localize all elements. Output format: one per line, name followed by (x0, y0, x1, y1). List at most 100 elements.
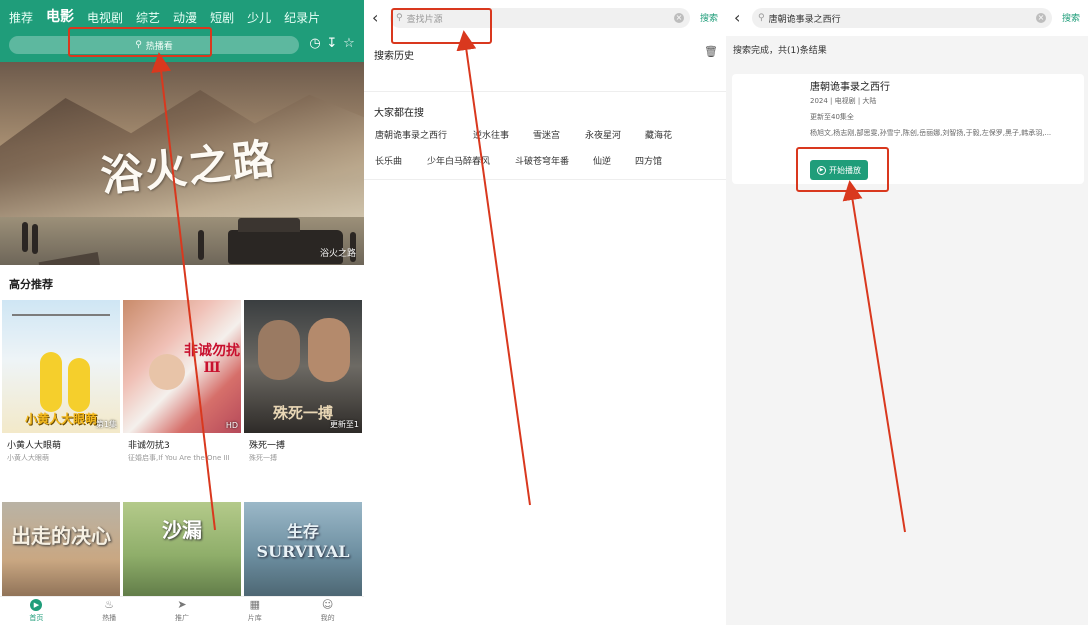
section-title: 高分推荐 (9, 278, 53, 291)
minion-figure (40, 352, 62, 412)
movie-poster: 小黄人大眼萌 第1集 (2, 300, 120, 433)
hot-search-item[interactable]: 仙逆 (593, 154, 611, 167)
movie-poster: 非诚勿扰Ⅲ HD (123, 300, 241, 433)
card-subtitle: 征婚启事,If You Are the One III (128, 454, 230, 462)
tab-recommend[interactable]: 推荐 (9, 9, 33, 30)
banner-figure (22, 222, 28, 252)
card-title: 非诚勿扰3 (128, 441, 170, 451)
movie-card[interactable]: 出走的决心 (2, 502, 120, 599)
poster-face (308, 318, 350, 382)
flame-icon: ♨ (104, 598, 115, 611)
back-arrow-icon[interactable]: ‹ (372, 9, 378, 27)
search-button[interactable]: 搜索 (1062, 11, 1080, 24)
highlight-box (796, 147, 889, 192)
divider (364, 179, 726, 180)
clear-icon[interactable]: × (674, 13, 684, 23)
banner-figure (32, 224, 38, 254)
search-screen: ‹ ⚲ 查找片源 × 搜索 搜索历史 🗑 大家都在搜 唐朝诡事录之西行 逆水往事… (364, 0, 726, 625)
history-title: 搜索历史 (374, 51, 414, 62)
card-title: 殊死一搏 (249, 441, 286, 451)
star-icon[interactable]: ☆ (342, 36, 356, 52)
result-count: 搜索完成，共(1)条结果 (733, 46, 827, 56)
minion-figure (68, 358, 90, 412)
history-icon[interactable]: ◷ (308, 36, 322, 52)
search-icon: ⚲ (758, 13, 765, 23)
hot-search-item[interactable]: 藏海花 (645, 128, 672, 141)
home-screen: 推荐 电影 电视剧 综艺 动漫 短剧 少儿 纪录片 ⚲ 热播看 ◷ ↧ ☆ 浴火… (0, 0, 364, 625)
hot-search-item[interactable]: 唐朝诡事录之西行 (375, 128, 447, 141)
search-result-screen: ‹ ⚲ 唐朝诡事录之西行 × 搜索 搜索完成，共(1)条结果 唐朝诡事录之西行 … (726, 0, 1088, 625)
search-header: ‹ ⚲ 唐朝诡事录之西行 × 搜索 (726, 0, 1088, 36)
hot-search-item[interactable]: 少年白马醉春风 (427, 154, 490, 167)
grid-icon: ▦ (249, 598, 260, 611)
episode-badge: 第1集 (95, 420, 117, 429)
nav-promote[interactable]: ➤ 推广 (146, 597, 219, 625)
poster-title: 沙漏 (162, 518, 202, 542)
movie-poster: 殊死一搏 更新至1 (244, 300, 362, 433)
poster-title: 出走的决心 (11, 524, 111, 548)
download-icon[interactable]: ↧ (325, 36, 339, 52)
highlight-box (391, 8, 492, 44)
search-value: 唐朝诡事录之西行 (768, 14, 841, 25)
nav-label: 片库 (247, 614, 262, 622)
nav-label: 我的 (320, 614, 335, 622)
nav-library[interactable]: ▦ 片库 (218, 597, 291, 625)
hero-banner[interactable]: 浴火之路 浴火之路 (0, 62, 364, 265)
tab-documentary[interactable]: 纪录片 (284, 9, 320, 30)
result-title[interactable]: 唐朝诡事录之西行 (810, 78, 890, 93)
nav-label: 首页 (29, 614, 44, 622)
back-arrow-icon[interactable]: ‹ (734, 9, 740, 27)
result-cast: 杨旭文,杨志刚,郜思雯,孙雪宁,陈创,岳丽娜,刘智扬,于毅,左保罗,黑子,韩承羽… (810, 129, 1052, 137)
nav-home[interactable]: ▶ 首页 (0, 597, 73, 625)
movie-poster: 出走的决心 (2, 502, 120, 599)
poster-line (12, 314, 110, 316)
hot-search-title: 大家都在搜 (374, 108, 424, 119)
tab-short-drama[interactable]: 短剧 (210, 9, 234, 30)
movie-card[interactable]: 非诚勿扰Ⅲ HD 非诚勿扰3 征婚启事,If You Are the One I… (123, 300, 241, 463)
poster-title: 生存 SURVIVAL (256, 522, 350, 561)
hot-search-item[interactable]: 斗破苍穹年番 (515, 154, 569, 167)
smile-icon: ☺ (321, 598, 334, 611)
nav-mine[interactable]: ☺ 我的 (291, 597, 364, 625)
clear-icon[interactable]: × (1036, 13, 1046, 23)
movie-poster: 生存 SURVIVAL (244, 502, 362, 599)
hot-search-item[interactable]: 永夜星河 (585, 128, 621, 141)
search-button[interactable]: 搜索 (700, 11, 718, 24)
result-card[interactable]: 唐朝诡事录之西行 2024 | 电视剧 | 大陆 更新至40集全 杨旭文,杨志刚… (732, 74, 1084, 184)
result-thumbnail (740, 80, 802, 176)
highlight-box (68, 27, 212, 57)
trash-icon[interactable]: 🗑 (704, 46, 718, 58)
nav-label: 推广 (174, 614, 189, 622)
nav-hot[interactable]: ♨ 热播 (73, 597, 146, 625)
banner-caption: 浴火之路 (319, 249, 356, 259)
banner-figure (198, 230, 204, 260)
nav-label: 热播 (102, 614, 117, 622)
result-meta: 2024 | 电视剧 | 大陆 (810, 97, 877, 105)
tab-kids[interactable]: 少儿 (247, 9, 271, 30)
card-subtitle: 小黄人大眼萌 (7, 454, 49, 462)
category-tabs: 推荐 电影 电视剧 综艺 动漫 短剧 少儿 纪录片 (0, 0, 364, 30)
movie-card[interactable]: 沙漏 (123, 502, 241, 599)
hot-search-item[interactable]: 雪迷宫 (533, 128, 560, 141)
poster-face (258, 320, 300, 380)
movie-card[interactable]: 殊死一搏 更新至1 殊死一搏 殊死一搏 (244, 300, 362, 463)
bottom-nav: ▶ 首页 ♨ 热播 ➤ 推广 ▦ 片库 ☺ 我的 (0, 596, 364, 625)
result-update: 更新至40集全 (810, 113, 854, 121)
card-title: 小黄人大眼萌 (7, 441, 62, 451)
hot-search-item[interactable]: 逆水往事 (473, 128, 509, 141)
quality-badge: HD (225, 421, 238, 430)
card-subtitle: 殊死一搏 (249, 454, 277, 462)
divider (364, 91, 726, 92)
movie-card[interactable]: 生存 SURVIVAL (244, 502, 362, 599)
update-badge: 更新至1 (329, 420, 359, 429)
poster-title: 非诚勿扰Ⅲ (184, 343, 240, 376)
movie-card[interactable]: 小黄人大眼萌 第1集 小黄人大眼萌 小黄人大眼萌 (2, 300, 120, 463)
home-icon: ▶ (30, 599, 43, 611)
hot-search-item[interactable]: 四方馆 (635, 154, 662, 167)
hot-search-item[interactable]: 长乐曲 (375, 154, 402, 167)
poster-face (149, 354, 185, 390)
send-icon: ➤ (177, 598, 187, 611)
movie-poster: 沙漏 (123, 502, 241, 599)
search-input[interactable]: ⚲ 唐朝诡事录之西行 × (752, 8, 1052, 28)
top-icons: ◷ ↧ ☆ (308, 36, 356, 52)
